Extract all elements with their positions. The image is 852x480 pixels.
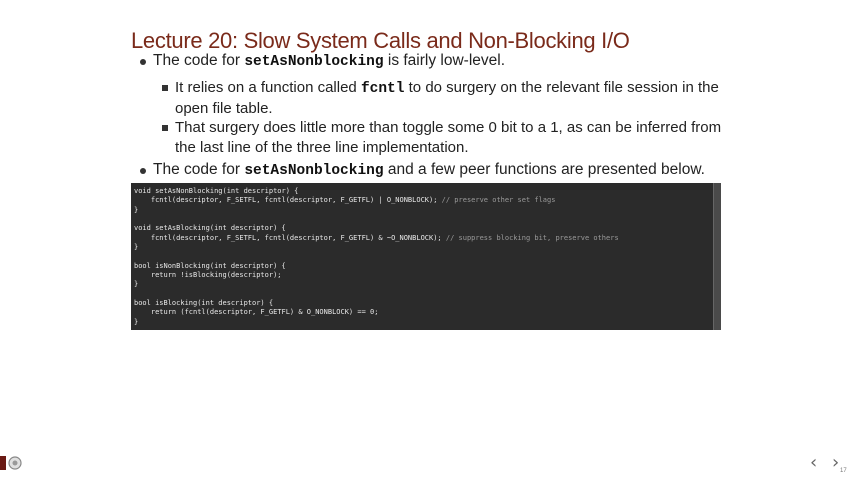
code-listing: void setAsNonBlocking(int descriptor) { …: [131, 183, 713, 330]
code-line: void setAsBlocking(int descriptor) {: [134, 224, 286, 233]
next-slide-button[interactable]: ›: [832, 452, 839, 473]
presenter-logo-icon: [0, 456, 22, 470]
slide-title: Lecture 20: Slow System Calls and Non-Bl…: [131, 28, 630, 53]
bullet-dot: [140, 59, 146, 65]
code-line: fcntl(descriptor, F_SETFL, fcntl(descrip…: [134, 233, 446, 242]
code-line: fcntl(descriptor, F_SETFL, fcntl(descrip…: [134, 196, 442, 205]
bullet-dot: [140, 168, 146, 174]
bullet-1: The code for setAsNonblocking is fairly …: [153, 52, 505, 70]
sub-bullet-square: [162, 125, 168, 131]
bullet-1-text-end: is fairly low-level.: [383, 52, 506, 69]
prev-slide-button[interactable]: ‹: [810, 452, 817, 473]
bullet-2-code: setAsNonblocking: [244, 163, 384, 179]
code-line: bool isNonBlocking(int descriptor) {: [134, 261, 286, 270]
sub-bullet-1: It relies on a function called fcntl to …: [175, 78, 745, 119]
code-comment: // preserve other set flags: [441, 196, 556, 205]
sub-bullet-2: That surgery does little more than toggl…: [175, 119, 722, 156]
code-line: }: [134, 243, 139, 252]
bullet-1-text: The code for: [153, 52, 245, 69]
bullet-1-code: setAsNonblocking: [244, 54, 384, 70]
code-line: }: [134, 205, 139, 214]
code-line: void setAsNonBlocking(int descriptor) {: [134, 187, 299, 195]
sub-bullet-1-text: It relies on a function called: [175, 79, 361, 96]
code-line: return !isBlocking(descriptor);: [134, 271, 282, 280]
code-block[interactable]: void setAsNonBlocking(int descriptor) { …: [131, 183, 713, 330]
page-number: 17: [840, 468, 847, 474]
code-line: return (fcntl(descriptor, F_GETFL) & O_N…: [134, 308, 379, 317]
bullet-2-text: The code for: [153, 161, 245, 178]
bullet-2-text-end: and a few peer functions are presented b…: [383, 161, 705, 178]
bullet-2: The code for setAsNonblocking and a few …: [153, 161, 705, 179]
code-scrollbar[interactable]: [713, 183, 721, 330]
code-comment: // suppress blocking bit, preserve other…: [445, 233, 619, 242]
code-line: }: [134, 317, 139, 326]
sub-bullet-1-code: fcntl: [360, 81, 405, 97]
sub-bullet-square: [162, 85, 168, 91]
code-line: bool isBlocking(int descriptor) {: [134, 299, 274, 308]
code-line: }: [134, 280, 139, 289]
